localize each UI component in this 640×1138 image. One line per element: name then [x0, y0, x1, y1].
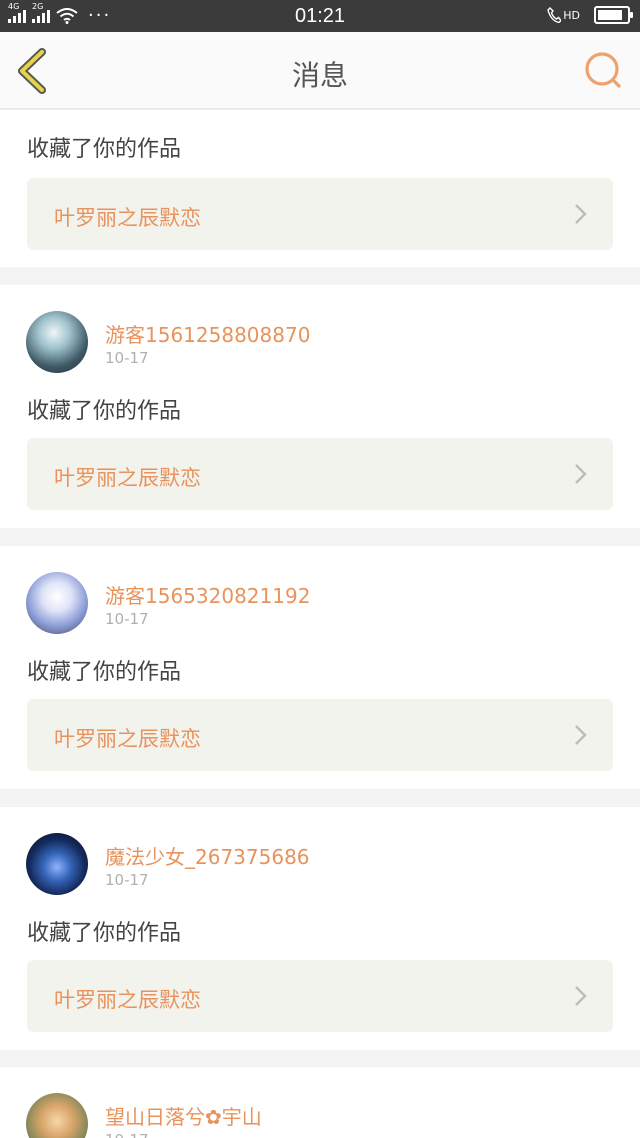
user-name[interactable]: 魔法少女_267375686 — [105, 841, 310, 870]
message-date: 10-17 — [105, 610, 149, 628]
chevron-right-icon — [575, 204, 587, 224]
chevron-right-icon — [575, 986, 587, 1006]
work-link[interactable]: 叶罗丽之辰默恋 — [27, 699, 613, 771]
work-title: 叶罗丽之辰默恋 — [54, 727, 201, 751]
message-card: 收藏了你的作品 叶罗丽之辰默恋 — [0, 110, 640, 267]
user-avatar[interactable] — [26, 572, 88, 634]
work-link[interactable]: 叶罗丽之辰默恋 — [27, 438, 613, 510]
battery-level — [598, 10, 622, 20]
user-avatar[interactable] — [26, 833, 88, 895]
work-title: 叶罗丽之辰默恋 — [54, 466, 201, 490]
message-card: 游客1561258808870 10-17 收藏了你的作品 叶罗丽之辰默恋 — [0, 285, 640, 528]
chevron-right-icon — [575, 464, 587, 484]
status-right: HD — [547, 6, 633, 24]
action-text: 收藏了你的作品 — [27, 137, 182, 162]
hd-call-indicator: HD — [547, 7, 580, 23]
message-card: 望山日落兮✿宇山 10-17 — [0, 1067, 640, 1138]
nav-bar: 消息 — [0, 32, 640, 110]
battery-icon — [594, 6, 633, 24]
work-link[interactable]: 叶罗丽之辰默恋 — [27, 960, 613, 1032]
message-list[interactable]: 收藏了你的作品 叶罗丽之辰默恋 游客1561258808870 10-17 收藏… — [0, 110, 640, 1138]
hd-label: HD — [563, 8, 580, 22]
action-text: 收藏了你的作品 — [27, 921, 182, 946]
message-date: 10-17 — [105, 871, 149, 889]
chevron-right-icon — [575, 725, 587, 745]
user-avatar[interactable] — [26, 311, 88, 373]
page-title: 消息 — [291, 59, 348, 92]
phone-icon — [547, 7, 562, 23]
action-text: 收藏了你的作品 — [27, 399, 182, 424]
status-bar: 4G 2G ··· 01:21 HD — [0, 0, 640, 32]
message-date: 10-17 — [105, 1131, 149, 1138]
action-text: 收藏了你的作品 — [27, 660, 182, 685]
message-card: 游客1565320821192 10-17 收藏了你的作品 叶罗丽之辰默恋 — [0, 546, 640, 789]
user-name[interactable]: 望山日落兮✿宇山 — [105, 1101, 262, 1130]
work-title: 叶罗丽之辰默恋 — [54, 206, 201, 230]
work-link[interactable]: 叶罗丽之辰默恋 — [27, 178, 613, 250]
status-time: 01:21 — [294, 5, 346, 27]
user-avatar[interactable] — [26, 1093, 88, 1138]
search-icon[interactable] — [582, 48, 626, 92]
message-date: 10-17 — [105, 349, 149, 367]
user-name[interactable]: 游客1561258808870 — [105, 319, 310, 348]
message-card: 魔法少女_267375686 10-17 收藏了你的作品 叶罗丽之辰默恋 — [0, 807, 640, 1050]
work-title: 叶罗丽之辰默恋 — [54, 988, 201, 1012]
user-name[interactable]: 游客1565320821192 — [105, 580, 310, 609]
